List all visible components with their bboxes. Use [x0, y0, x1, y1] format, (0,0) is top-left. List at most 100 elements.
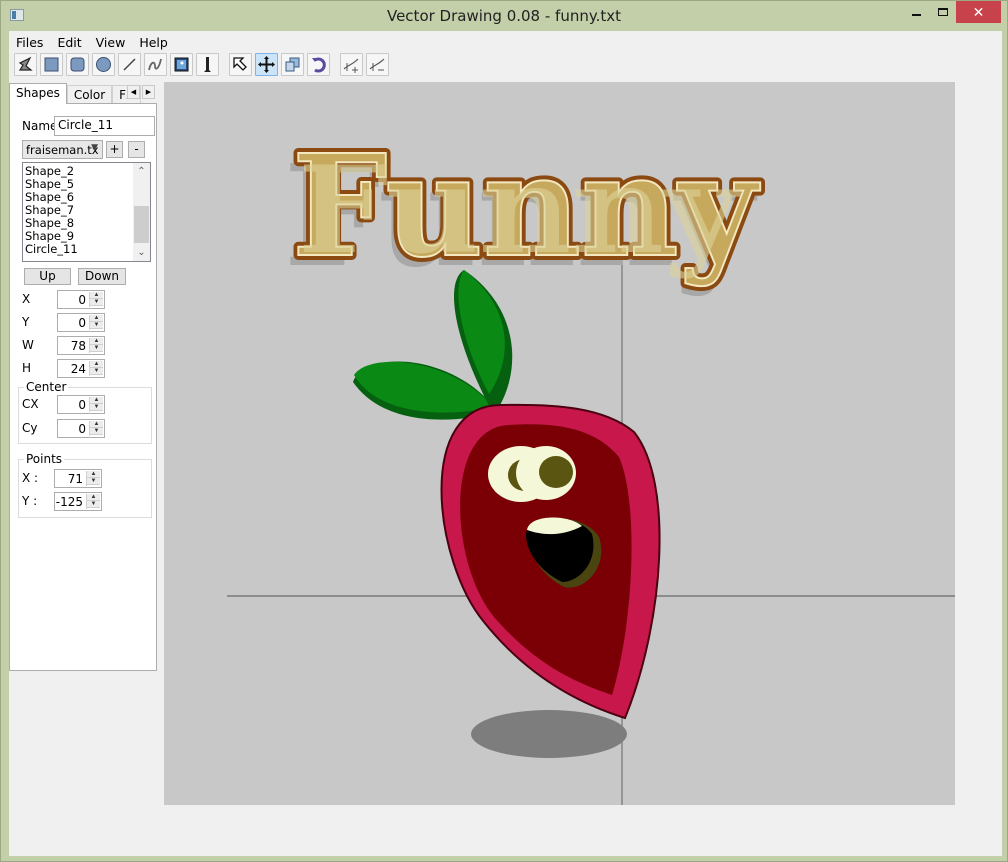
menu-files[interactable]: Files [9, 32, 50, 52]
tab-scroll-right[interactable]: ▶ [142, 85, 155, 99]
ellipse-tool[interactable] [92, 53, 115, 76]
minimize-icon [911, 14, 921, 16]
maximize-icon [938, 8, 948, 16]
menu-help[interactable]: Help [132, 32, 175, 52]
scroll-up-icon[interactable]: ⌃ [133, 163, 150, 180]
file-select-value: fraiseman.tx [26, 143, 99, 157]
y-stepper[interactable]: 0 ▲ ▼ [57, 313, 105, 332]
curve-icon [148, 58, 162, 71]
remove-point-tool[interactable] [366, 53, 389, 76]
polygon-tool[interactable] [14, 53, 37, 76]
resize-icon [285, 57, 300, 72]
client-area: Files Edit View Help Shapes Color ◀ ▶ Na… [9, 31, 1002, 856]
rotate-icon [312, 57, 326, 73]
x-stepper[interactable]: 0 ▲ ▼ [57, 290, 105, 309]
w-stepper[interactable]: 78 ▲ ▼ [57, 336, 105, 355]
point-y-label: Y : [22, 494, 38, 508]
spin-up-icon[interactable]: ▲ [90, 397, 103, 404]
menu-view[interactable]: View [89, 32, 133, 52]
points-group-title: Points [24, 452, 65, 466]
minimize-button[interactable] [902, 1, 930, 23]
drawing-canvas[interactable]: Funny Funny Funny Funny [164, 82, 955, 805]
spin-down-icon[interactable]: ▼ [90, 428, 103, 435]
move-tool[interactable] [255, 53, 278, 76]
resize-tool[interactable] [281, 53, 304, 76]
move-icon [258, 56, 275, 73]
name-label: Name [22, 119, 58, 133]
spin-down-icon[interactable]: ▼ [87, 478, 100, 485]
scroll-down-icon[interactable]: ⌄ [133, 244, 150, 261]
point-x-stepper[interactable]: 71 ▲ ▼ [54, 469, 102, 488]
center-group: Center CX 0 ▲ ▼ Cy 0 ▲ ▼ [18, 380, 152, 444]
cx-value: 0 [78, 398, 86, 412]
spin-up-icon[interactable]: ▲ [90, 361, 103, 368]
spin-down-icon[interactable]: ▼ [87, 501, 100, 508]
text-tool[interactable] [196, 53, 219, 76]
h-label: H [22, 361, 32, 375]
add-point-tool[interactable] [340, 53, 363, 76]
cy-stepper[interactable]: 0 ▲ ▼ [57, 419, 105, 438]
properties-panel: Shapes Color FX ◀ ▶ Name Circle_11 frais… [9, 83, 157, 671]
polygon-icon [18, 56, 33, 71]
spin-down-icon[interactable]: ▼ [90, 368, 103, 375]
cx-stepper[interactable]: 0 ▲ ▼ [57, 395, 105, 414]
spin-up-icon[interactable]: ▲ [90, 292, 103, 299]
cy-label: Cy [22, 421, 38, 435]
funny-text-group: Funny Funny Funny Funny [284, 120, 765, 299]
name-input[interactable]: Circle_11 [54, 116, 155, 136]
panel-tabs: Shapes Color FX [9, 83, 142, 104]
rounded-rectangle-tool[interactable] [66, 53, 89, 76]
arrow-pointer-icon [233, 57, 247, 71]
shapes-list[interactable]: Shape_2 Shape_5 Shape_6 Shape_7 Shape_8 … [22, 162, 151, 262]
spin-up-icon[interactable]: ▲ [87, 494, 100, 501]
toolbar [14, 53, 392, 77]
rounded-rectangle-icon [70, 57, 85, 72]
title-bar[interactable]: Vector Drawing 0.08 - funny.txt ✕ [1, 1, 1007, 31]
spin-down-icon[interactable]: ▼ [90, 299, 103, 306]
move-down-button[interactable]: Down [78, 268, 126, 285]
point-x-value: 71 [67, 472, 83, 486]
list-item[interactable]: Circle_11 [23, 243, 150, 256]
scroll-thumb[interactable] [134, 206, 149, 243]
spin-up-icon[interactable]: ▲ [90, 315, 103, 322]
tab-color[interactable]: Color [66, 85, 113, 104]
h-stepper[interactable]: 24 ▲ ▼ [57, 359, 105, 378]
spin-up-icon[interactable]: ▲ [87, 471, 100, 478]
strawberry [440, 403, 661, 720]
spin-down-icon[interactable]: ▼ [90, 345, 103, 352]
y-value: 0 [78, 316, 86, 330]
image-tool[interactable] [170, 53, 193, 76]
tab-scroll-left[interactable]: ◀ [127, 85, 140, 99]
maximize-button[interactable] [930, 1, 956, 23]
line-tool[interactable] [118, 53, 141, 76]
point-y-stepper[interactable]: -125 ▲ ▼ [54, 492, 102, 511]
image-icon [174, 57, 189, 72]
point-y-value: -125 [55, 495, 83, 509]
list-scrollbar[interactable]: ⌃ ⌄ [133, 163, 150, 261]
remove-file-button[interactable]: - [128, 141, 145, 158]
add-file-button[interactable]: + [106, 141, 123, 158]
close-button[interactable]: ✕ [956, 1, 1001, 23]
spin-down-icon[interactable]: ▼ [90, 404, 103, 411]
x-label: X [22, 292, 31, 306]
ellipse-icon [96, 57, 111, 72]
select-tool[interactable] [229, 53, 252, 76]
menu-edit[interactable]: Edit [50, 32, 88, 52]
spin-up-icon[interactable]: ▲ [90, 338, 103, 345]
file-select[interactable]: fraiseman.tx ▼ [22, 140, 103, 159]
center-group-title: Center [24, 380, 69, 394]
move-up-button[interactable]: Up [24, 268, 71, 285]
shapes-tab-content: Name Circle_11 fraiseman.tx ▼ + - Shape_… [9, 103, 157, 671]
app-window: Vector Drawing 0.08 - funny.txt ✕ Files … [0, 0, 1008, 862]
rectangle-tool[interactable] [40, 53, 63, 76]
close-icon: ✕ [972, 3, 985, 20]
spin-up-icon[interactable]: ▲ [90, 421, 103, 428]
line-icon [123, 58, 136, 71]
rotate-tool[interactable] [307, 53, 330, 76]
cy-value: 0 [78, 422, 86, 436]
tab-shapes[interactable]: Shapes [9, 83, 67, 104]
spin-down-icon[interactable]: ▼ [90, 322, 103, 329]
window-title: Vector Drawing 0.08 - funny.txt [386, 7, 621, 25]
text-icon [204, 57, 211, 72]
curve-tool[interactable] [144, 53, 167, 76]
